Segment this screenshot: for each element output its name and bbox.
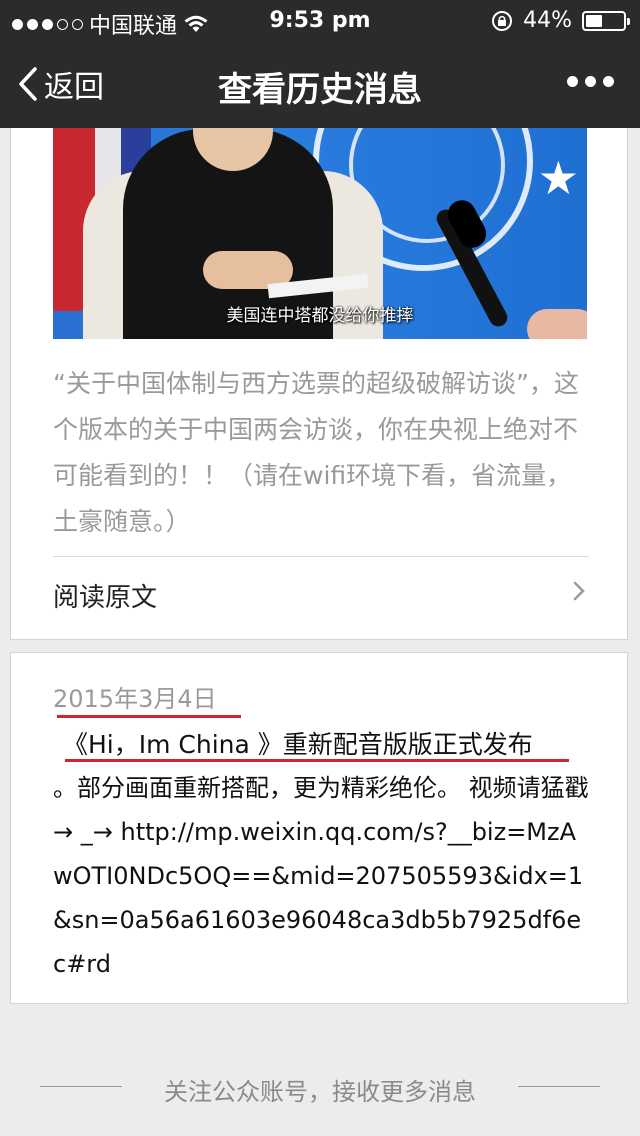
battery-percent: 44% — [523, 8, 572, 33]
video-thumbnail[interactable]: ★ 美国连中塔都没给你推摔 — [53, 111, 587, 339]
nav-bar: 返回 查看历史消息 — [0, 40, 640, 128]
status-right: 44% — [491, 8, 630, 33]
battery-fill — [586, 14, 602, 27]
post-headline: 《Hi，Im China 》重新配音版版正式发布 — [63, 730, 533, 759]
post-date: 2015年3月4日 — [53, 685, 217, 713]
chevron-right-icon — [573, 581, 585, 607]
page-title: 查看历史消息 — [218, 70, 422, 110]
more-dot-icon — [603, 76, 614, 87]
top-bar: 中国联通 9:53 pm 44% 返回 查看历史消息 — [0, 0, 640, 128]
footer: 关注公众账号，接收更多消息 — [0, 1068, 640, 1108]
article-card-1: ★ 美国连中塔都没给你推摔 “关于中国体制与西方选票的超级破解访谈”，这个版本的… — [10, 110, 628, 640]
headline-underline-mark — [65, 759, 569, 762]
divider — [53, 556, 589, 557]
footer-text: 关注公众账号，接收更多消息 — [164, 1078, 476, 1106]
more-dot-icon — [585, 76, 596, 87]
rotation-lock-icon — [492, 10, 513, 31]
article-description: “关于中国体制与西方选票的超级破解访谈”，这个版本的关于中国两会访谈，你在央视上… — [53, 369, 579, 536]
battery-icon — [582, 10, 630, 31]
post-body[interactable]: 。部分画面重新搭配，更为精彩绝伦。 视频请猛戳→ _→ http://mp.we… — [53, 766, 589, 986]
read-more-link[interactable]: 阅读原文 — [53, 567, 589, 627]
video-subtitle: 美国连中塔都没给你推摔 — [226, 306, 414, 326]
article-card-2: 2015年3月4日 《Hi，Im China 》重新配音版版正式发布 。部分画面… — [10, 652, 628, 1004]
footer-divider-right — [518, 1086, 600, 1087]
read-more-label: 阅读原文 — [53, 583, 158, 613]
star-icon: ★ — [537, 151, 579, 205]
date-underline-mark — [57, 715, 241, 718]
more-dot-icon — [567, 76, 578, 87]
more-options-button[interactable] — [567, 76, 614, 87]
status-bar: 中国联通 9:53 pm 44% — [0, 0, 640, 40]
